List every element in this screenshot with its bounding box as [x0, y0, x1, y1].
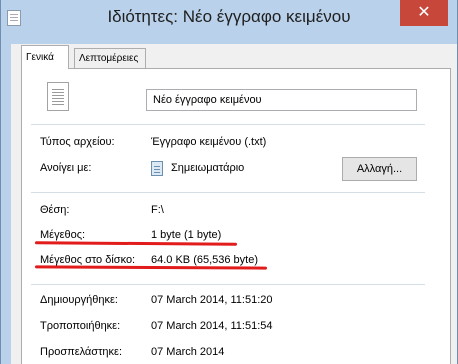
close-button[interactable]: ✕: [400, 0, 448, 26]
size-label: Μέγεθος:: [40, 229, 86, 241]
file-type-value: Έγγραφο κειμένου (.txt): [151, 136, 267, 148]
change-button[interactable]: Αλλαγή...: [342, 157, 417, 181]
location-value: F:\: [151, 204, 164, 216]
left-frame: [11, 68, 21, 364]
divider: [31, 284, 425, 285]
accessed-value: 07 March 2014: [151, 346, 225, 358]
opens-with-label: Ανοίγει με:: [40, 162, 92, 174]
divider: [31, 192, 425, 193]
modified-label: Τροποποιήθηκε:: [40, 320, 121, 332]
divider: [31, 124, 425, 125]
created-label: Δημιουργήθηκε:: [40, 294, 118, 306]
modified-value: 07 March 2014, 11:51:54: [151, 320, 273, 332]
window-title: Ιδιότητες: Νέο έγγραφο κειμένου: [107, 7, 351, 26]
accessed-label: Προσπελάστηκε:: [40, 346, 123, 358]
tab-details[interactable]: Λεπτομέρειες: [74, 48, 146, 68]
opens-with-value: Σημειωματάριο: [171, 162, 245, 174]
file-name-input[interactable]: [146, 89, 417, 111]
created-value: 07 March 2014, 11:51:20: [151, 294, 273, 306]
size-value: 1 byte (1 byte): [151, 229, 222, 241]
text-document-icon: [47, 82, 69, 111]
location-label: Θέση:: [40, 204, 70, 216]
size-on-disk-label: Μέγεθος στο δίσκο:: [40, 254, 136, 266]
right-frame: [451, 44, 457, 364]
size-on-disk-value: 64.0 KB (65,536 byte): [151, 254, 259, 266]
file-type-label: Τύπος αρχείου:: [40, 136, 115, 148]
properties-window: Ιδιότητες: Νέο έγγραφο κειμένου ✕ Γενικά…: [0, 0, 458, 364]
notepad-icon: [151, 161, 163, 176]
tab-general[interactable]: Γενικά: [21, 45, 69, 69]
title-bar[interactable]: Ιδιότητες: Νέο έγγραφο κειμένου ✕: [1, 0, 457, 44]
